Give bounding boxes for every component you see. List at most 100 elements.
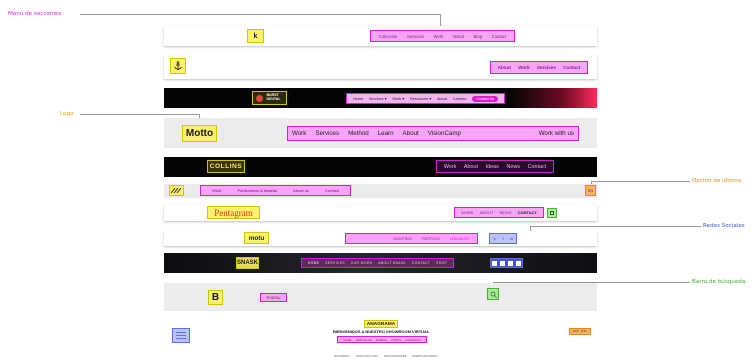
menu-item-about[interactable]: About xyxy=(437,97,447,101)
menu-item-visioncamp[interactable]: VisionCamp xyxy=(428,130,461,137)
menu-item-otros[interactable]: OTROS xyxy=(391,338,401,342)
menu-item-about-snask[interactable]: ABOUT SNASK xyxy=(378,261,406,265)
contact-us-button[interactable]: Contact Us xyxy=(472,95,498,102)
menu-item-news[interactable]: News xyxy=(506,164,519,170)
annotation-logo-label: Logo xyxy=(60,111,74,117)
search-icon xyxy=(550,211,554,215)
menu-item-contact[interactable]: CONTACT xyxy=(518,210,537,215)
menu-item-about[interactable]: ABOUT xyxy=(480,210,494,215)
vimeo-icon[interactable] xyxy=(507,260,513,266)
footer-link-arquitectura[interactable]: ARQUITECTURA xyxy=(356,354,378,358)
menu-item-home[interactable]: HOME xyxy=(308,261,320,265)
header-example-11: ANAGRAMA BIENVENIDOS A NUESTRO SHOWROOM … xyxy=(164,320,597,363)
search-highlight[interactable] xyxy=(547,208,557,218)
menu-item-home[interactable]: HOME xyxy=(343,338,351,342)
work-with-us-button[interactable]: Work with us xyxy=(539,130,574,137)
logo-highlight[interactable] xyxy=(170,58,186,74)
menu-item-about[interactable]: About xyxy=(498,65,511,70)
menu-item-work[interactable]: Work xyxy=(444,164,456,170)
menu-item-contact[interactable]: Contact xyxy=(563,65,580,70)
instagram-icon[interactable]: ◎ xyxy=(493,237,496,241)
logo-highlight[interactable]: k xyxy=(247,29,264,43)
twitter-icon[interactable] xyxy=(500,260,506,266)
menu-item-portfolio[interactable]: PORTFOLIO xyxy=(422,237,440,241)
menu-item-contact[interactable]: Contact xyxy=(492,34,506,39)
menu-item-work[interactable]: Work xyxy=(518,65,529,70)
menu-highlight: Work About Ideas News Contact xyxy=(436,160,554,173)
menu-item-learn[interactable]: Learn xyxy=(378,130,394,137)
menu-item-ideas[interactable]: Ideas xyxy=(486,164,499,170)
footer-link-restaurantes[interactable]: RESTAURANTES xyxy=(384,354,406,358)
footer-link-panaderia[interactable]: PANADERIA xyxy=(334,354,350,358)
menu-item-home[interactable]: Home xyxy=(353,97,363,101)
menu-item-shop[interactable]: SHOP xyxy=(436,261,447,265)
header-example-10: B ☰ MENU xyxy=(164,283,597,311)
header-example-3: BURST DIGITAL Home Services ▾ Work ▾ Res… xyxy=(164,88,597,108)
showroom-thumbnail xyxy=(172,328,190,343)
menu-item-news[interactable]: NEWS xyxy=(500,210,512,215)
menu-highlight: WORK ABOUT NEWS CONTACT xyxy=(454,207,544,218)
logo-highlight[interactable]: BURST DIGITAL xyxy=(252,91,287,105)
menu-item-services[interactable]: Services xyxy=(315,130,339,137)
menu-item-careers[interactable]: Careers xyxy=(453,97,467,101)
header-example-4: Motto Work Services Method Learn About V… xyxy=(164,118,597,148)
menu-item-method[interactable]: Method xyxy=(348,130,369,137)
header-example-1: k Coleccion Servicios Work Nosot Blog Co… xyxy=(164,26,597,46)
burst-logo-icon xyxy=(256,95,263,102)
leader-line-logo xyxy=(80,114,200,115)
menu-item-servicios[interactable]: Servicios xyxy=(407,34,424,39)
menu-item-publications[interactable]: Publications & Awards xyxy=(238,188,278,193)
facebook-icon[interactable]: f xyxy=(503,237,504,241)
menu-item-contact[interactable]: CONTACT xyxy=(412,261,431,265)
menu-item-nosotros[interactable]: NOSOTROS xyxy=(393,237,411,241)
social-highlight xyxy=(490,258,523,268)
menu-item-about[interactable]: About xyxy=(464,164,478,170)
menu-item-articulos[interactable]: ARTÍCULOS xyxy=(356,338,372,342)
menu-item-work[interactable]: Work xyxy=(434,34,444,39)
menu-item-about-us[interactable]: About us xyxy=(293,188,309,193)
menu-item-nosot[interactable]: Nosot xyxy=(453,34,464,39)
menu-item-resources[interactable]: Resources ▾ xyxy=(410,96,431,101)
menu-item-diseno[interactable]: DISEÑO xyxy=(376,338,387,342)
logo-highlight[interactable]: SNASK xyxy=(236,257,259,269)
menu-item-contacto[interactable]: CONTACTO xyxy=(405,338,420,342)
menu-item-work[interactable]: WORK xyxy=(461,210,473,215)
menu-item-blog[interactable]: Blog xyxy=(474,34,482,39)
menu-item-work[interactable]: Work xyxy=(292,130,306,137)
search-highlight[interactable] xyxy=(487,288,499,300)
menu-item-work[interactable]: Work ▾ xyxy=(392,96,404,101)
logo-text: COLLINS xyxy=(209,163,243,170)
logo-highlight[interactable] xyxy=(169,185,184,196)
menu-item-services[interactable]: SERVICES xyxy=(325,261,345,265)
logo-highlight[interactable]: Pentagram xyxy=(207,206,260,219)
logo-highlight[interactable]: ANAGRAMA xyxy=(364,320,398,328)
leader-line-menu xyxy=(80,14,440,15)
menu-item-lenguajes[interactable]: LENGUAJES xyxy=(450,237,469,241)
menu-highlight: Coleccion Servicios Work Nosot Blog Cont… xyxy=(370,30,515,42)
menu-item-coleccion[interactable]: Coleccion xyxy=(379,34,397,39)
annotation-social-label: Redes Sociales xyxy=(703,223,745,229)
annotation-language-label: Opción de idioma xyxy=(692,178,742,184)
language-highlight[interactable]: EN xyxy=(585,185,596,196)
footer-link-diseno-entorno[interactable]: DISEÑO ENTORNO xyxy=(412,354,437,358)
logo-highlight[interactable]: COLLINS xyxy=(207,160,245,173)
logo-text: Motto xyxy=(185,128,214,139)
leader-line-language xyxy=(591,181,690,182)
menu-item-services[interactable]: Services ▾ xyxy=(369,96,387,101)
menu-item-services[interactable]: Services xyxy=(537,65,556,70)
facebook-icon[interactable] xyxy=(492,260,498,266)
menu-item-our-work[interactable]: OUR WORK xyxy=(351,261,373,265)
logo-highlight[interactable]: B xyxy=(208,290,223,305)
logo-highlight[interactable]: motu xyxy=(244,232,269,244)
language-highlight[interactable]: ESP · ENG xyxy=(569,328,591,335)
social-highlight: ◎ f in xyxy=(489,233,517,244)
menu-item-work[interactable]: Work xyxy=(212,188,221,193)
hamburger-menu-button[interactable]: ☰ MENU xyxy=(267,296,281,300)
instagram-icon[interactable] xyxy=(515,260,521,266)
menu-item-about[interactable]: About xyxy=(403,130,419,137)
menu-item-contact[interactable]: Contact xyxy=(325,188,339,193)
menu-item-contact[interactable]: Contact xyxy=(528,164,547,170)
linkedin-icon[interactable]: in xyxy=(510,237,513,241)
logo-text: motu xyxy=(248,234,265,242)
logo-highlight[interactable]: Motto xyxy=(182,125,217,142)
